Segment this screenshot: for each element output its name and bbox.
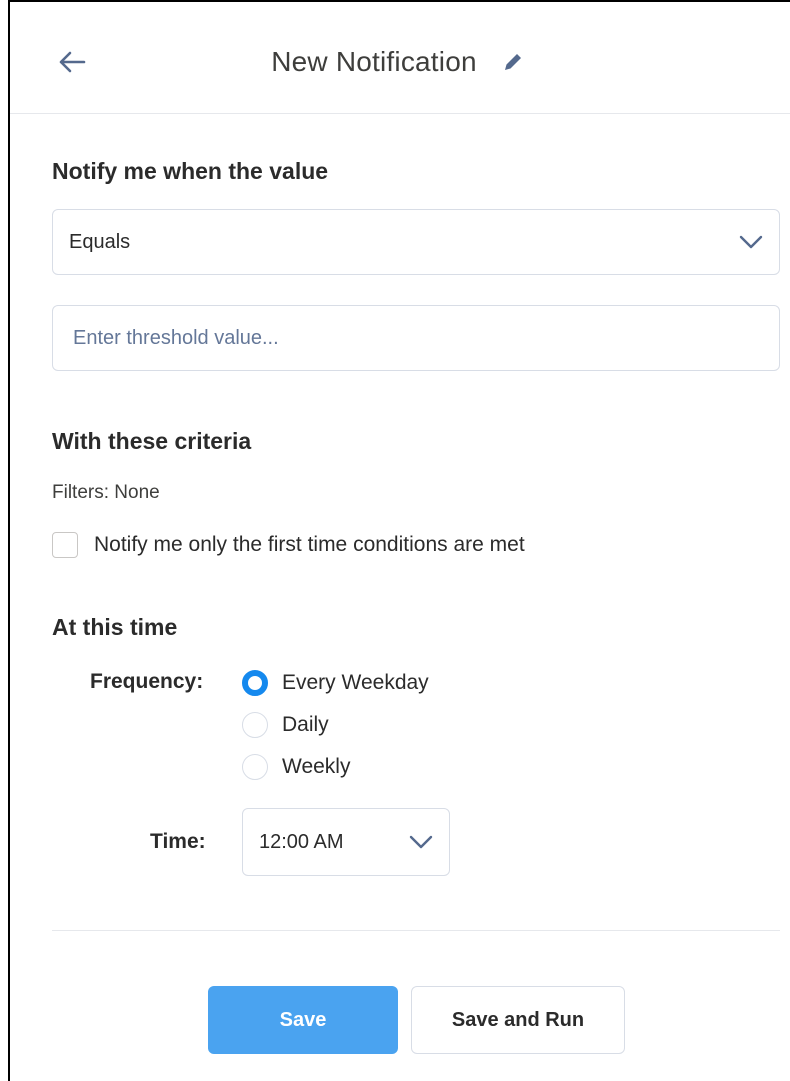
threshold-input[interactable]: [52, 305, 780, 371]
first-time-checkbox-label: Notify me only the first time conditions…: [94, 533, 525, 556]
frequency-option-label: Every Weekday: [282, 671, 429, 694]
frequency-option-weekly[interactable]: Weekly: [242, 754, 350, 780]
time-select[interactable]: 12:00 AM: [242, 808, 450, 876]
frequency-option-every-weekday[interactable]: Every Weekday: [242, 670, 429, 696]
frequency-label: Frequency:: [90, 670, 204, 693]
header-title-group: New Notification: [10, 42, 790, 82]
chevron-down-icon: [409, 835, 433, 849]
radio-button[interactable]: [242, 754, 268, 780]
schedule-section-title: At this time: [52, 614, 178, 640]
notify-section-title: Notify me when the value: [52, 158, 329, 184]
pencil-icon: [504, 54, 521, 70]
save-and-run-button[interactable]: Save and Run: [411, 986, 625, 1054]
operator-value: Equals: [69, 230, 131, 253]
operator-select[interactable]: Equals: [52, 209, 780, 275]
first-time-checkbox-row[interactable]: Notify me only the first time conditions…: [52, 532, 525, 558]
time-label: Time:: [150, 830, 206, 853]
frequency-option-daily[interactable]: Daily: [242, 712, 329, 738]
radio-button[interactable]: [242, 712, 268, 738]
frequency-option-label: Daily: [282, 713, 329, 736]
save-button[interactable]: Save: [208, 986, 398, 1054]
first-time-checkbox[interactable]: [52, 532, 78, 558]
filters-text: Filters: None: [52, 482, 160, 503]
chevron-down-icon: [739, 235, 763, 249]
page-title: New Notification: [271, 46, 477, 77]
time-value: 12:00 AM: [259, 830, 344, 853]
panel-header: New Notification: [10, 2, 790, 114]
radio-button-selected[interactable]: [242, 670, 268, 696]
footer-divider: [52, 930, 780, 931]
criteria-section-title: With these criteria: [52, 428, 252, 454]
edit-title-button[interactable]: [497, 46, 529, 78]
notification-panel: New Notification Notify me when the valu…: [8, 0, 790, 1081]
frequency-option-label: Weekly: [282, 755, 351, 778]
